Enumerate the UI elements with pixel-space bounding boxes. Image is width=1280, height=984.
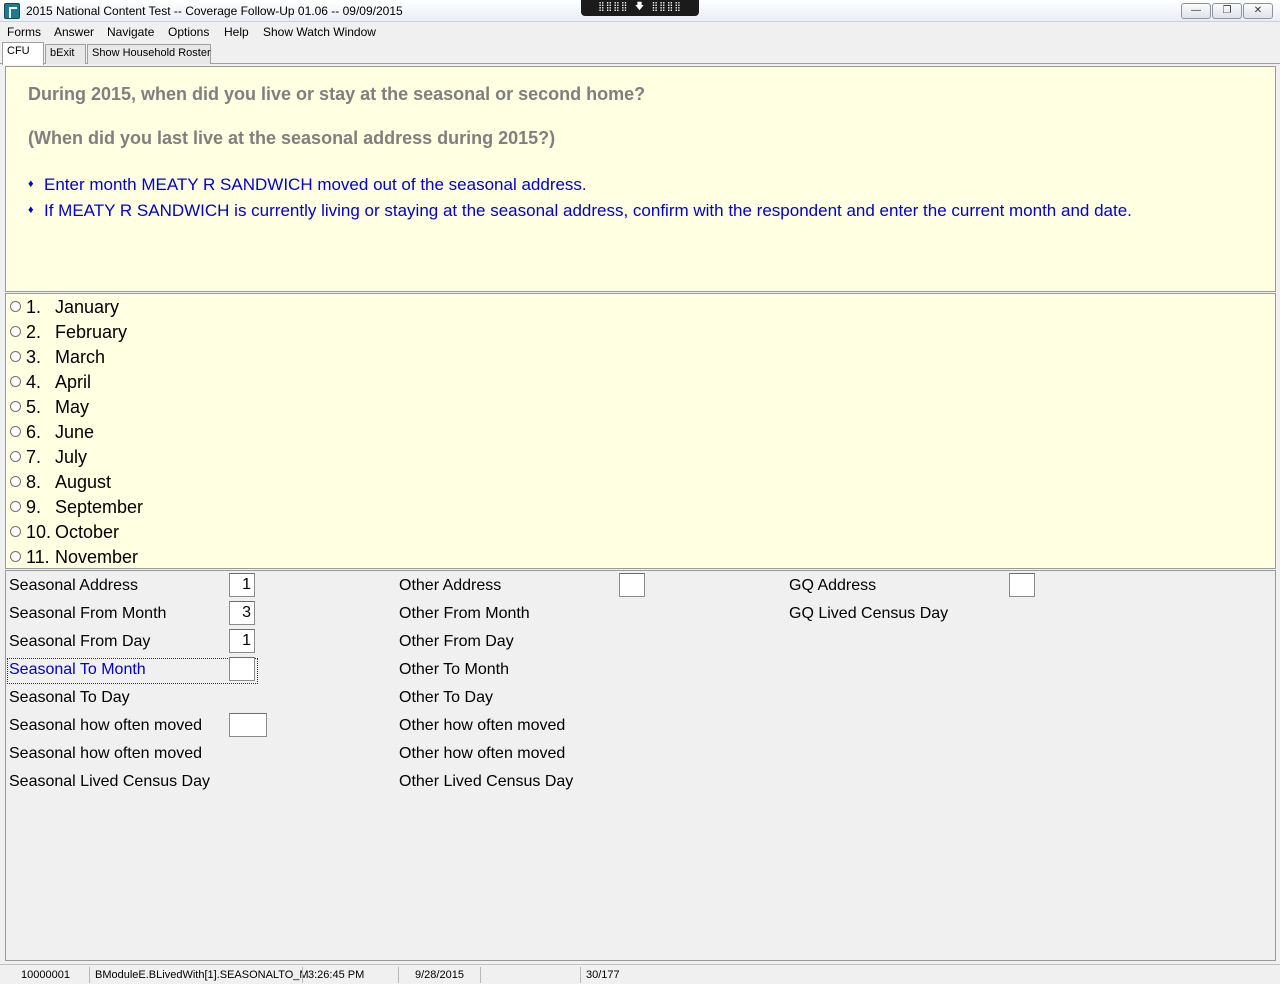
seasonal-from-day-label: Seasonal From Day [9, 633, 151, 650]
seasonal-how-often-moved-label: Seasonal how often moved [9, 717, 203, 734]
radio-button[interactable] [10, 426, 21, 437]
radio-button[interactable] [10, 501, 21, 512]
seasonal-to-month-label: Seasonal To Month [9, 661, 146, 678]
diamond-bullet-icon: ♦ [28, 178, 34, 190]
radio-button[interactable] [10, 451, 21, 462]
info-pane: Seasonal Address 1 Seasonal From Month 3… [5, 570, 1276, 961]
seasonal-to-day-label: Seasonal To Day [9, 689, 130, 706]
menu-options[interactable]: Options [168, 25, 209, 39]
other-how-often-moved-label: Other how often moved [399, 717, 566, 734]
gq-address-field[interactable] [1009, 573, 1035, 597]
maximize-button[interactable]: ❐ [1212, 3, 1242, 19]
instruction-2: ♦ If MEATY R SANDWICH is currently living… [28, 201, 1132, 221]
seasonal-from-month-field[interactable]: 3 [229, 601, 255, 625]
radio-button[interactable] [10, 326, 21, 337]
menu-bar: Forms Answer Navigate Options Help Show … [0, 22, 1280, 42]
radio-button[interactable] [10, 301, 21, 312]
radio-button[interactable] [10, 476, 21, 487]
status-separator [302, 967, 303, 983]
app-window: 2015 National Content Test -- Coverage F… [0, 0, 1280, 984]
remote-connection-bar[interactable]: ⣿⣿⣿⣿ 🡇 ⣿⣿⣿⣿ [581, 0, 699, 16]
status-bar: 10000001 BModuleE.BLivedWith[1].SEASONAL… [0, 964, 1280, 984]
seasonal-how-often-moved-field[interactable] [229, 713, 267, 737]
gq-address-label: GQ Address [789, 577, 877, 594]
seasonal-to-month-field[interactable] [229, 657, 255, 681]
seasonal-from-month-label: Seasonal From Month [9, 605, 167, 622]
status-date: 9/28/2015 [415, 969, 464, 981]
radio-button[interactable] [10, 376, 21, 387]
other-from-day-label: Other From Day [399, 633, 514, 650]
question-pane: During 2015, when did you live or stay a… [5, 66, 1276, 292]
question-alt-text: (When did you last live at the seasonal … [28, 128, 556, 148]
tab-bexit[interactable]: bExit [45, 44, 86, 64]
tab-show-household-roster[interactable]: Show Household Roster [87, 44, 211, 64]
status-separator [480, 967, 481, 983]
title-bar: 2015 National Content Test -- Coverage F… [0, 0, 1280, 22]
tab-cfu[interactable]: CFU [2, 42, 44, 65]
other-lived-census-day-label: Other Lived Census Day [399, 773, 574, 790]
seasonal-address-field[interactable]: 1 [229, 573, 255, 597]
other-how-often-moved-label-2: Other how often moved [399, 745, 566, 762]
status-case-id: 10000001 [21, 969, 70, 981]
seasonal-address-label: Seasonal Address [9, 577, 138, 594]
instruction-text: If MEATY R SANDWICH is currently living … [44, 201, 1132, 220]
answer-list: 1. January 2. February 3. March 4. April 5. M… [5, 293, 1276, 569]
menu-show-watch-window[interactable]: Show Watch Window [263, 25, 376, 39]
status-separator [398, 967, 399, 983]
status-time: 3:26:45 PM [308, 969, 365, 981]
instruction-text: Enter month MEATY R SANDWICH moved out o… [44, 175, 587, 194]
seasonal-how-often-moved-label-2: Seasonal how often moved [9, 745, 203, 762]
status-field-path: BModuleE.BLivedWith[1].SEASONALTO_M [95, 969, 309, 981]
other-to-month-label: Other To Month [399, 661, 509, 678]
menu-answer[interactable]: Answer [54, 25, 94, 39]
status-separator [580, 967, 581, 983]
menu-navigate[interactable]: Navigate [107, 25, 154, 39]
tab-bar: CFU bExit Show Household Roster [0, 42, 1280, 65]
close-button[interactable]: ✕ [1243, 3, 1273, 19]
menu-help[interactable]: Help [224, 25, 249, 39]
app-logo-icon [4, 3, 20, 19]
seasonal-from-day-field[interactable]: 1 [229, 629, 255, 653]
window-title: 2015 National Content Test -- Coverage F… [26, 4, 403, 18]
menu-forms[interactable]: Forms [7, 25, 41, 39]
instruction-1: ♦ Enter month MEATY R SANDWICH moved out … [28, 175, 587, 195]
status-position: 30/177 [586, 969, 620, 981]
other-from-month-label: Other From Month [399, 605, 530, 622]
radio-button[interactable] [10, 551, 21, 562]
radio-button[interactable] [10, 401, 21, 412]
gq-lived-census-day-label: GQ Lived Census Day [789, 605, 949, 622]
minimize-button[interactable]: — [1181, 3, 1211, 19]
diamond-bullet-icon: ♦ [28, 204, 34, 216]
radio-button[interactable] [10, 526, 21, 537]
question-text: During 2015, when did you live or stay a… [28, 84, 646, 104]
status-separator [89, 967, 90, 983]
radio-button[interactable] [10, 351, 21, 362]
other-to-day-label: Other To Day [399, 689, 493, 706]
seasonal-lived-census-day-label: Seasonal Lived Census Day [9, 773, 211, 790]
other-address-label: Other Address [399, 577, 502, 594]
other-address-field[interactable] [619, 573, 645, 597]
